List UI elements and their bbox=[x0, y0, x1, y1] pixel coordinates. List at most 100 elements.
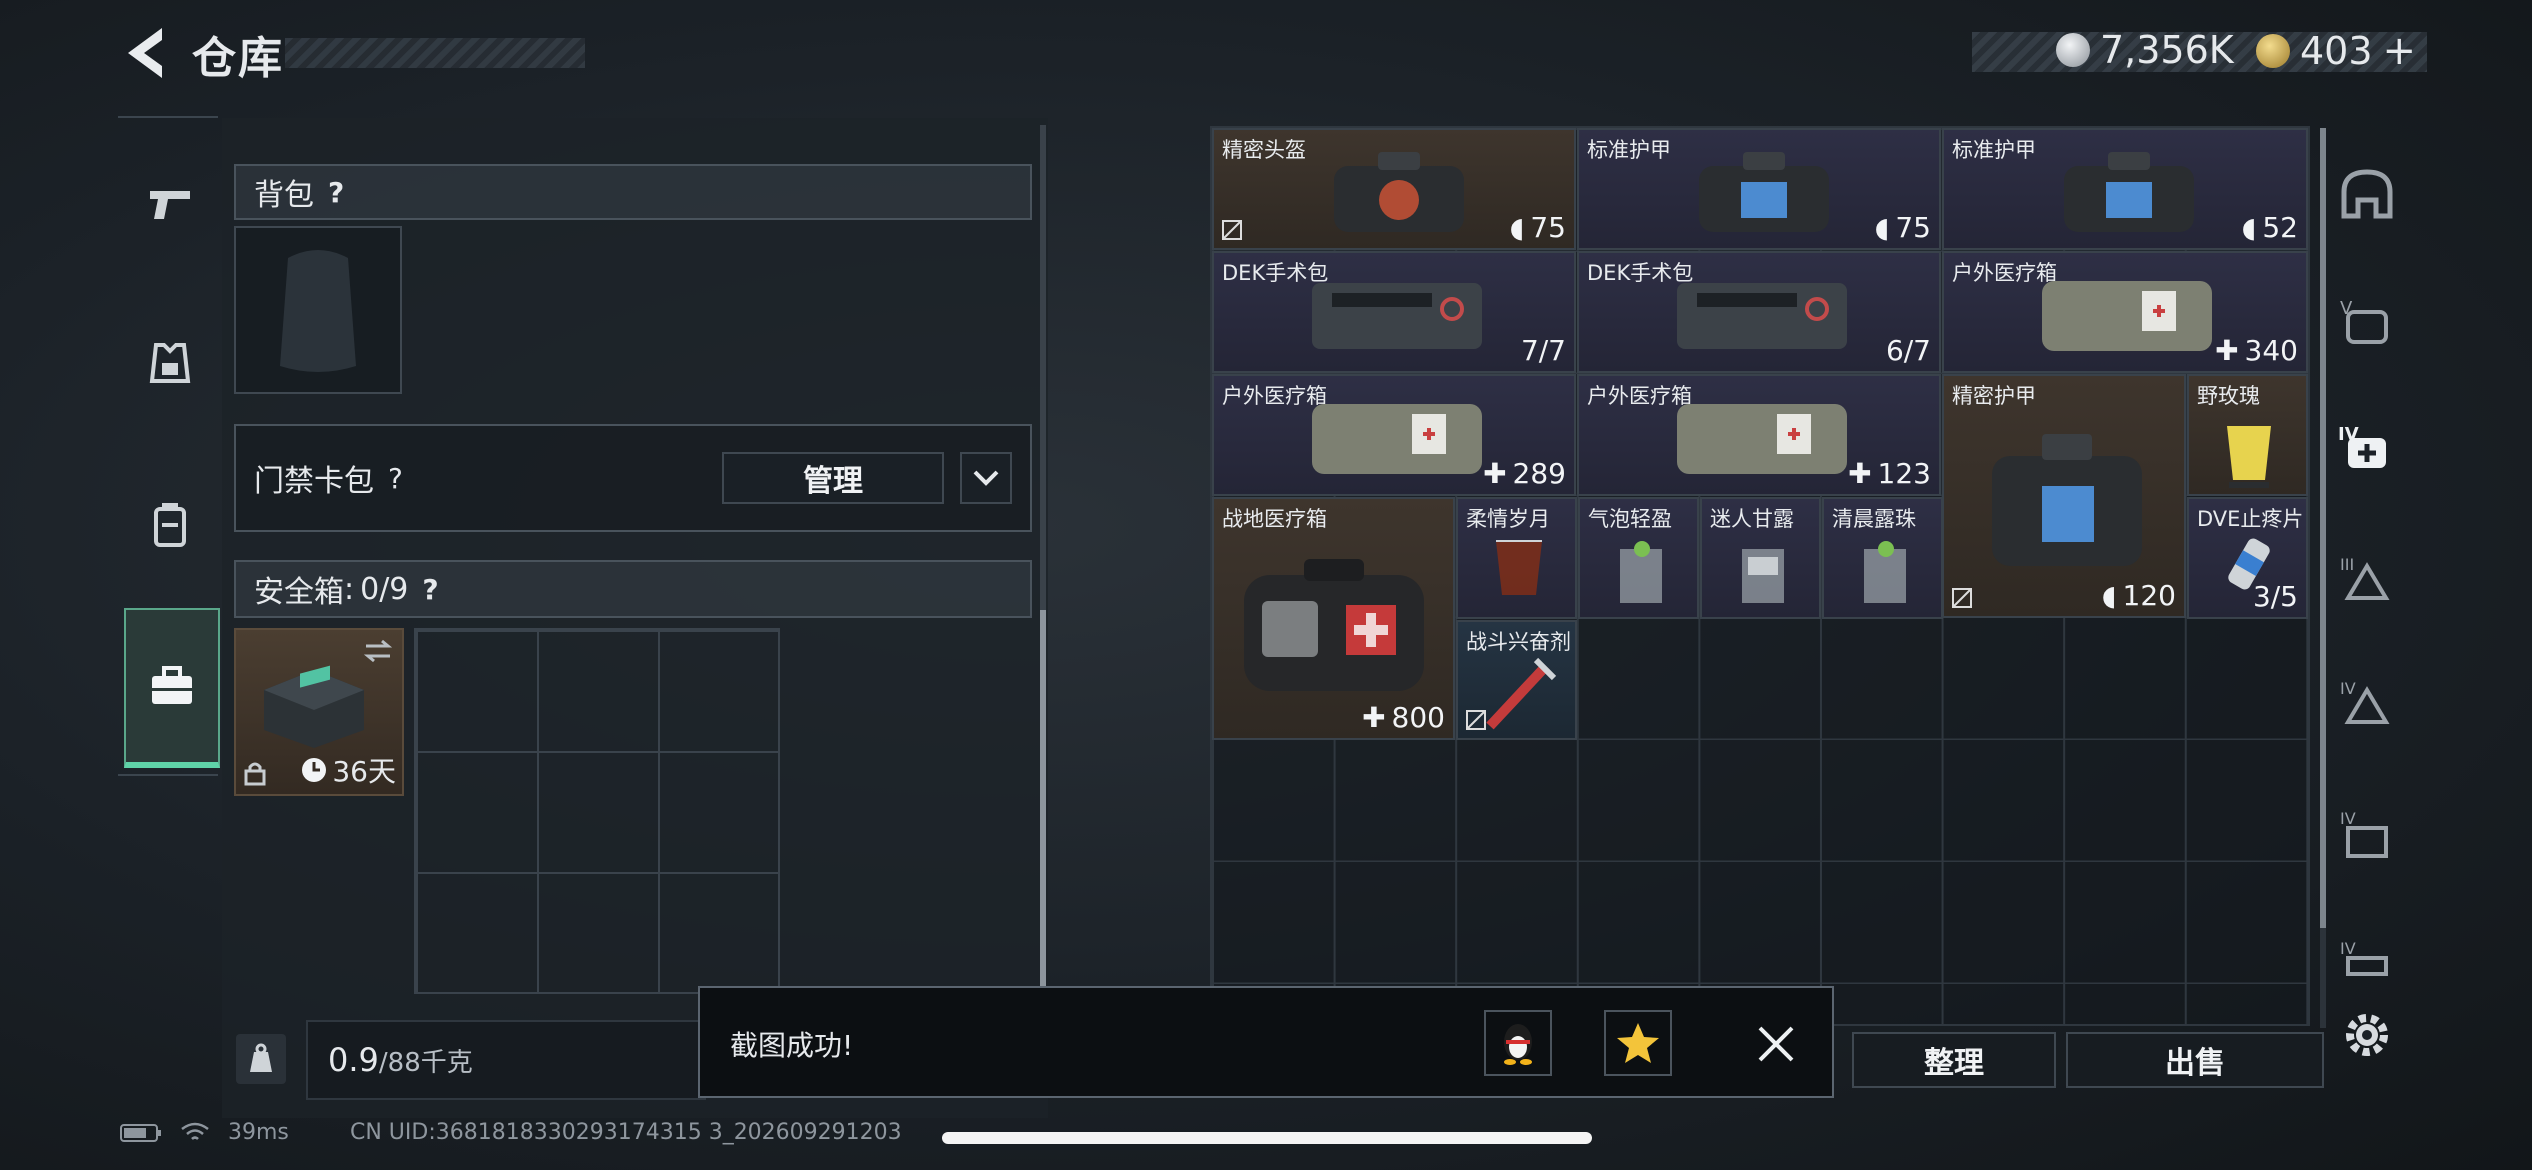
safebox-header: 安全箱 : 0/9 ? bbox=[234, 560, 1032, 618]
player-uid: CN UID:3681818330293174315 3_20260929120… bbox=[350, 1120, 902, 1145]
no-trade-icon bbox=[1222, 220, 1242, 240]
svg-text:IV: IV bbox=[2340, 939, 2356, 958]
item-wild-rose[interactable]: 野玫瑰 bbox=[2187, 374, 2308, 496]
sell-button[interactable]: 出售 bbox=[2066, 1032, 2324, 1088]
home-indicator[interactable] bbox=[942, 1132, 1592, 1144]
shield-icon: ◖ bbox=[2101, 579, 2117, 612]
title-decoration bbox=[285, 38, 585, 68]
item-combat-stimulant[interactable]: 战斗兴奋剂 bbox=[1456, 620, 1577, 740]
medkit-icon bbox=[1312, 404, 1482, 474]
shield-icon: ◖ bbox=[1509, 211, 1525, 244]
item-dek-surgery-kit-2[interactable]: DEK手术包 6/7 bbox=[1577, 251, 1941, 373]
plus-icon: ✚ bbox=[2215, 334, 2239, 367]
surgery-kit-icon bbox=[1677, 283, 1847, 349]
nav-weapons[interactable] bbox=[124, 130, 216, 280]
ping: 39ms bbox=[228, 1120, 289, 1145]
manage-button[interactable]: 管理 bbox=[722, 452, 944, 504]
glass-icon bbox=[1620, 541, 1662, 603]
keycard-expand-button[interactable] bbox=[960, 452, 1012, 504]
back-arrow-icon[interactable] bbox=[118, 22, 176, 84]
armor-icon bbox=[2064, 152, 2194, 232]
item-standard-armor[interactable]: 标准护甲 ◖ 75 bbox=[1577, 128, 1941, 250]
plus-icon: ✚ bbox=[1362, 701, 1386, 734]
folder-level-iv-icon[interactable]: IV bbox=[2338, 806, 2396, 864]
nav-backpack[interactable] bbox=[124, 450, 216, 600]
helmet-filter-icon[interactable] bbox=[2338, 166, 2396, 224]
surgery-kit-icon bbox=[1312, 283, 1482, 349]
item-field-medkit[interactable]: 战地医疗箱 ✚ 800 bbox=[1212, 497, 1455, 740]
left-scrollbar-thumb[interactable] bbox=[1040, 610, 1046, 990]
armor-level-v-icon[interactable]: V bbox=[2338, 292, 2396, 350]
qq-share-button[interactable] bbox=[1484, 1010, 1552, 1076]
weight-current: 0.9 bbox=[328, 1041, 379, 1079]
keycard-help[interactable]: ? bbox=[388, 462, 403, 495]
svg-text:IV: IV bbox=[2340, 679, 2356, 698]
backpack-header: 背包 ? bbox=[234, 164, 1032, 220]
qzone-share-button[interactable] bbox=[1604, 1010, 1672, 1076]
sort-button[interactable]: 整理 bbox=[1852, 1032, 2056, 1088]
item-hp: ✚ 123 bbox=[1848, 457, 1931, 490]
add-currency-icon[interactable]: + bbox=[2383, 28, 2417, 74]
safebox-timer: 36天 bbox=[300, 750, 396, 790]
glass-icon bbox=[1864, 541, 1906, 603]
backpack-icon bbox=[154, 503, 186, 547]
drink-icon bbox=[2227, 426, 2271, 488]
medical-level-iv-icon[interactable]: IV bbox=[2338, 418, 2396, 476]
backpack-help[interactable]: ? bbox=[328, 176, 344, 209]
plus-icon: ✚ bbox=[1848, 457, 1872, 490]
item-outdoor-medkit-3[interactable]: 户外医疗箱 ✚ 123 bbox=[1577, 374, 1941, 496]
settings-gear-icon[interactable] bbox=[2340, 1008, 2394, 1062]
item-durability: ◖ 75 bbox=[1875, 211, 1931, 244]
item-name: 迷人甘露 bbox=[1710, 507, 1794, 531]
item-value: 123 bbox=[1877, 457, 1931, 490]
nav-safebox[interactable] bbox=[124, 608, 220, 768]
close-icon[interactable] bbox=[1756, 1024, 1796, 1064]
weight-readout: 0.9 /88千克 bbox=[306, 1020, 706, 1100]
no-trade-icon bbox=[1952, 588, 1972, 608]
item-charming-nectar[interactable]: 迷人甘露 bbox=[1700, 497, 1821, 619]
armor-icon bbox=[1334, 152, 1464, 232]
page-title: 仓库 bbox=[192, 33, 284, 84]
safebox-help[interactable]: ? bbox=[422, 573, 438, 606]
armor-icon bbox=[1992, 434, 2142, 566]
gold-currency[interactable]: 403 + bbox=[2256, 28, 2416, 74]
medkit-icon bbox=[1677, 404, 1847, 474]
item-dve-painkiller[interactable]: DVE止疼片 3/5 bbox=[2187, 497, 2308, 619]
item-uses: 7/7 bbox=[1521, 334, 1566, 367]
item-uses: 3/5 bbox=[2253, 580, 2298, 613]
container-level-iv-icon[interactable]: IV bbox=[2338, 676, 2396, 734]
item-name: 气泡轻盈 bbox=[1588, 507, 1672, 531]
item-bubble-light[interactable]: 气泡轻盈 bbox=[1578, 497, 1699, 619]
toast-message: 截图成功! bbox=[730, 1029, 854, 1062]
wifi-icon bbox=[181, 1122, 209, 1140]
item-precision-armor[interactable]: 精密护甲 ◖ 120 bbox=[1942, 374, 2186, 618]
qq-penguin-icon bbox=[1504, 1024, 1532, 1065]
container-level-iii-icon[interactable]: III bbox=[2338, 552, 2396, 610]
swap-icon[interactable] bbox=[362, 638, 394, 664]
safebox-grid[interactable] bbox=[414, 628, 780, 994]
safebox-days: 36天 bbox=[332, 755, 396, 788]
backpack-slot[interactable] bbox=[234, 226, 402, 394]
item-name: 标准护甲 bbox=[1587, 138, 1671, 162]
item-name: 标准护甲 bbox=[1952, 138, 2036, 162]
item-standard-armor-2[interactable]: 标准护甲 ◖ 52 bbox=[1942, 128, 2308, 250]
item-dek-surgery-kit[interactable]: DEK手术包 7/7 bbox=[1212, 251, 1576, 373]
item-outdoor-medkit[interactable]: 户外医疗箱 ✚ 340 bbox=[1942, 251, 2308, 373]
safebox-colon: : bbox=[344, 571, 355, 607]
gun-icon bbox=[150, 191, 190, 219]
item-tender-years[interactable]: 柔情岁月 bbox=[1456, 497, 1577, 619]
item-morning-dew[interactable]: 清晨露珠 bbox=[1822, 497, 1943, 619]
weight-max: /88千克 bbox=[378, 1047, 473, 1078]
item-precision-helmet[interactable]: 精密头盔 ◖ 75 bbox=[1212, 128, 1576, 250]
shield-icon: ◖ bbox=[1874, 211, 1890, 244]
star-icon bbox=[1617, 1023, 1659, 1063]
vest-icon bbox=[149, 343, 191, 383]
item-outdoor-medkit-2[interactable]: 户外医疗箱 ✚ 289 bbox=[1212, 374, 1576, 496]
safebox-item[interactable]: 36天 bbox=[234, 628, 404, 796]
plus-icon: ✚ bbox=[1483, 457, 1507, 490]
right-scrollbar-thumb[interactable] bbox=[2320, 128, 2326, 928]
nav-equipment[interactable] bbox=[124, 290, 216, 440]
battery-icon bbox=[120, 1123, 161, 1142]
item-hp: ✚ 800 bbox=[1362, 701, 1445, 734]
level-iv-icon[interactable]: IV bbox=[2338, 936, 2396, 976]
